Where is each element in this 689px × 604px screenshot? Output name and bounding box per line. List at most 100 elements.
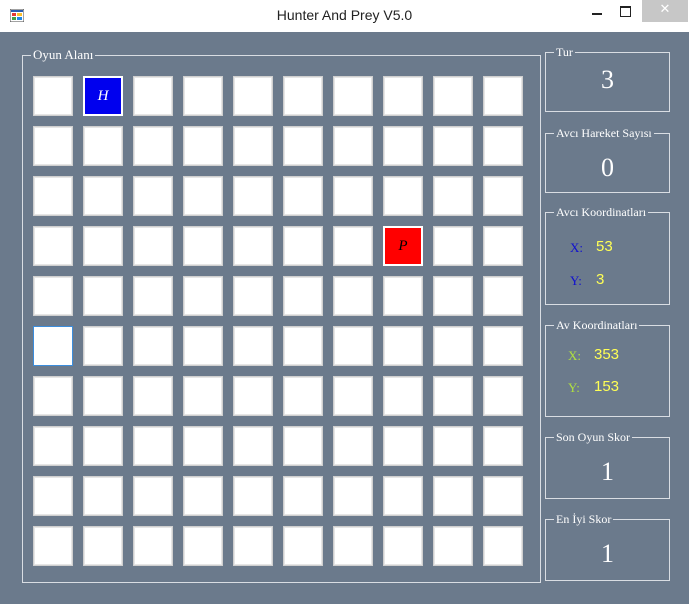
grid-cell[interactable] <box>183 226 223 266</box>
grid-cell[interactable] <box>33 476 73 516</box>
grid-cell[interactable] <box>333 526 373 566</box>
grid-cell[interactable] <box>33 76 73 116</box>
grid-cell[interactable] <box>183 276 223 316</box>
grid-cell[interactable] <box>33 326 73 366</box>
grid-cell[interactable] <box>133 76 173 116</box>
grid-cell[interactable] <box>483 226 523 266</box>
grid-cell[interactable] <box>433 376 473 416</box>
grid-cell[interactable] <box>133 526 173 566</box>
grid-cell[interactable] <box>233 526 273 566</box>
grid-cell[interactable] <box>383 426 423 466</box>
grid-cell[interactable] <box>283 526 323 566</box>
grid-cell[interactable] <box>133 276 173 316</box>
grid-cell[interactable] <box>333 76 373 116</box>
grid-cell[interactable] <box>483 526 523 566</box>
maximize-button[interactable] <box>612 0 646 22</box>
grid-cell[interactable] <box>33 126 73 166</box>
grid-cell[interactable] <box>33 176 73 216</box>
grid-cell[interactable] <box>183 126 223 166</box>
grid-cell[interactable] <box>183 176 223 216</box>
grid-cell[interactable] <box>283 326 323 366</box>
grid-cell[interactable] <box>33 226 73 266</box>
grid-cell[interactable] <box>233 476 273 516</box>
grid-cell[interactable] <box>183 476 223 516</box>
hunter-cell[interactable]: H <box>83 76 123 116</box>
grid-cell[interactable] <box>333 326 373 366</box>
grid-cell[interactable] <box>483 326 523 366</box>
grid-cell[interactable] <box>333 376 373 416</box>
grid-cell[interactable] <box>183 426 223 466</box>
grid-cell[interactable] <box>333 176 373 216</box>
grid-cell[interactable] <box>483 176 523 216</box>
grid-cell[interactable] <box>283 376 323 416</box>
prey-cell[interactable]: P <box>383 226 423 266</box>
grid-cell[interactable] <box>483 76 523 116</box>
grid-cell[interactable] <box>483 476 523 516</box>
grid-cell[interactable] <box>233 176 273 216</box>
grid-cell[interactable] <box>433 526 473 566</box>
grid-cell[interactable] <box>83 526 123 566</box>
grid-cell[interactable] <box>383 176 423 216</box>
grid-cell[interactable] <box>283 176 323 216</box>
grid-cell[interactable] <box>433 126 473 166</box>
grid-cell[interactable] <box>233 426 273 466</box>
grid-cell[interactable] <box>83 476 123 516</box>
grid-cell[interactable] <box>383 276 423 316</box>
grid-cell[interactable] <box>283 226 323 266</box>
grid-cell[interactable] <box>333 226 373 266</box>
grid-cell[interactable] <box>383 376 423 416</box>
grid-cell[interactable] <box>483 276 523 316</box>
grid-cell[interactable] <box>283 426 323 466</box>
grid-cell[interactable] <box>483 426 523 466</box>
grid-cell[interactable] <box>433 176 473 216</box>
minimize-button[interactable] <box>580 0 614 22</box>
grid-cell[interactable] <box>183 526 223 566</box>
grid-cell[interactable] <box>133 376 173 416</box>
grid-cell[interactable] <box>83 176 123 216</box>
grid-cell[interactable] <box>433 76 473 116</box>
grid-cell[interactable] <box>233 276 273 316</box>
grid-cell[interactable] <box>83 226 123 266</box>
grid-cell[interactable] <box>433 226 473 266</box>
grid-cell[interactable] <box>33 276 73 316</box>
grid-cell[interactable] <box>83 326 123 366</box>
grid-cell[interactable] <box>83 376 123 416</box>
grid-cell[interactable] <box>333 276 373 316</box>
grid-cell[interactable] <box>383 326 423 366</box>
grid-cell[interactable] <box>383 126 423 166</box>
grid-cell[interactable] <box>383 476 423 516</box>
grid-cell[interactable] <box>233 126 273 166</box>
grid-cell[interactable] <box>133 426 173 466</box>
grid-cell[interactable] <box>133 326 173 366</box>
close-button[interactable]: ✕ <box>642 0 688 22</box>
grid-cell[interactable] <box>33 426 73 466</box>
grid-cell[interactable] <box>383 526 423 566</box>
grid-cell[interactable] <box>433 276 473 316</box>
grid-cell[interactable] <box>83 426 123 466</box>
grid-cell[interactable] <box>83 276 123 316</box>
grid-cell[interactable] <box>33 376 73 416</box>
grid-cell[interactable] <box>233 326 273 366</box>
grid-cell[interactable] <box>433 426 473 466</box>
grid-cell[interactable] <box>333 426 373 466</box>
grid-cell[interactable] <box>483 376 523 416</box>
grid-cell[interactable] <box>333 126 373 166</box>
grid-cell[interactable] <box>83 126 123 166</box>
grid-cell[interactable] <box>383 76 423 116</box>
grid-cell[interactable] <box>283 276 323 316</box>
grid-cell[interactable] <box>133 476 173 516</box>
grid-cell[interactable] <box>333 476 373 516</box>
grid-cell[interactable] <box>483 126 523 166</box>
grid-cell[interactable] <box>133 226 173 266</box>
grid-cell[interactable] <box>233 76 273 116</box>
grid-cell[interactable] <box>183 326 223 366</box>
grid-cell[interactable] <box>283 476 323 516</box>
grid-cell[interactable] <box>433 476 473 516</box>
grid-cell[interactable] <box>233 376 273 416</box>
grid-cell[interactable] <box>133 176 173 216</box>
grid-cell[interactable] <box>183 76 223 116</box>
grid-cell[interactable] <box>33 526 73 566</box>
grid-cell[interactable] <box>283 126 323 166</box>
grid-cell[interactable] <box>183 376 223 416</box>
grid-cell[interactable] <box>233 226 273 266</box>
